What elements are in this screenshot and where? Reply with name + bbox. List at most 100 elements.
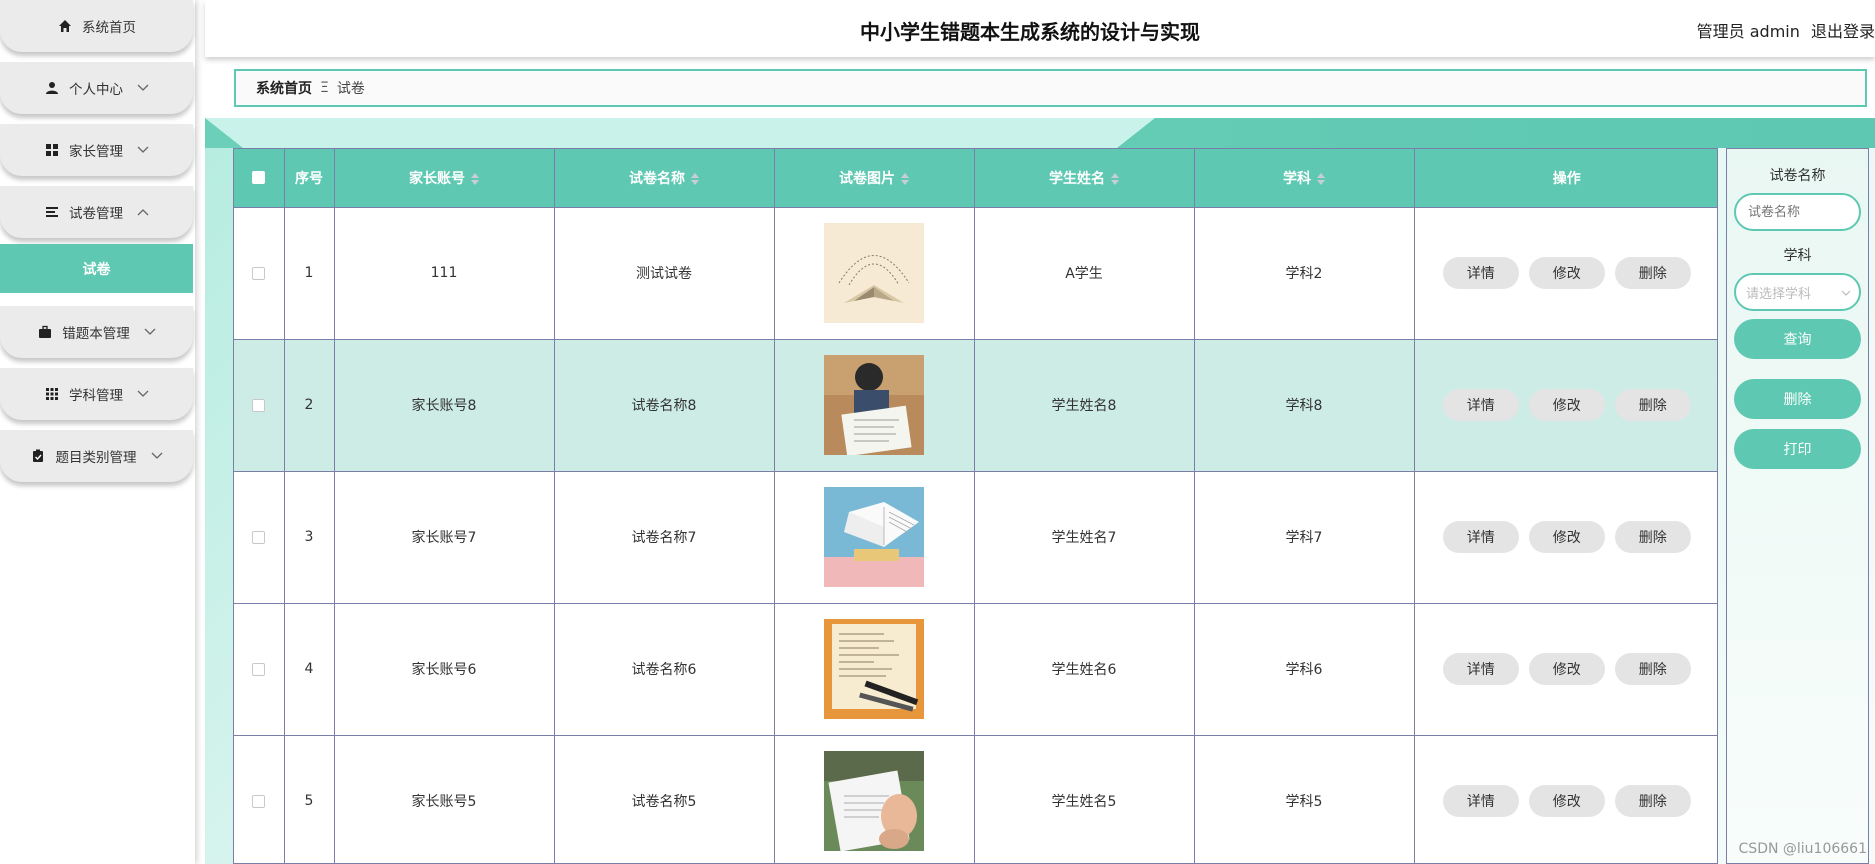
cell-index: 3 xyxy=(284,470,335,603)
header-subject[interactable]: 学科 xyxy=(1194,149,1415,207)
subject-select-placeholder: 请选择学科 xyxy=(1746,286,1812,302)
edit-button[interactable]: 修改 xyxy=(1528,257,1605,289)
chevron-down-icon xyxy=(144,326,156,338)
sidebar-item-label: 题目类别管理 xyxy=(55,450,137,466)
header-name[interactable]: 试卷名称 xyxy=(554,149,775,207)
subject-select[interactable]: 请选择学科 xyxy=(1734,273,1861,311)
sidebar-item-papers[interactable]: 试卷管理 xyxy=(0,186,193,238)
detail-button[interactable]: 详情 xyxy=(1442,521,1519,553)
cell-index: 2 xyxy=(284,338,335,471)
sidebar-item-label: 个人中心 xyxy=(69,82,123,98)
sidebar-item-personal[interactable]: 个人中心 xyxy=(0,62,193,114)
chevron-down-icon xyxy=(137,388,149,400)
cell-account: 家长账号8 xyxy=(334,338,555,471)
sidebar-subitem-papers[interactable]: 试卷 xyxy=(0,244,193,293)
sidebar-item-parents[interactable]: 家长管理 xyxy=(0,124,193,176)
table-row: 5 家长账号5 试卷名称5 学生姓名5 学科5 详情 修改 删除 xyxy=(234,734,1717,863)
paper-name-input[interactable] xyxy=(1734,193,1861,231)
header: 中小学生错题本生成系统的设计与实现 管理员 admin 退出登录 xyxy=(205,0,1875,57)
edit-button[interactable]: 修改 xyxy=(1528,653,1605,685)
row-checkbox[interactable] xyxy=(252,662,266,676)
delete-button[interactable]: 删除 xyxy=(1614,521,1691,553)
table-header-row: 序号 家长账号 试卷名称 试卷图片 学生姓名 学科 操作 xyxy=(234,149,1717,207)
app-title: 中小学生错题本生成系统的设计与实现 xyxy=(860,20,1200,44)
paper-image[interactable] xyxy=(824,619,924,719)
detail-button[interactable]: 详情 xyxy=(1442,785,1519,818)
delete-button[interactable]: 删除 xyxy=(1614,785,1691,818)
delete-button[interactable]: 删除 xyxy=(1614,257,1691,289)
chevron-down-icon xyxy=(1841,285,1851,300)
cell-index: 1 xyxy=(284,206,335,339)
paper-image[interactable] xyxy=(824,355,924,455)
paper-image[interactable] xyxy=(824,751,924,852)
grid-icon xyxy=(44,143,59,158)
select-all-checkbox[interactable] xyxy=(252,171,266,185)
row-checkbox[interactable] xyxy=(252,794,266,808)
edit-button[interactable]: 修改 xyxy=(1528,521,1605,553)
cell-student: 学生姓名8 xyxy=(974,338,1195,471)
edit-button[interactable]: 修改 xyxy=(1528,785,1605,818)
cell-account: 家长账号5 xyxy=(334,734,555,863)
logout-link[interactable]: 退出登录 xyxy=(1811,22,1875,41)
sidebar-item-wrongbook[interactable]: 错题本管理 xyxy=(0,306,193,358)
search-panel: 试卷名称 学科 请选择学科 查询 删除 打印 xyxy=(1726,148,1869,864)
delete-button[interactable]: 删除 xyxy=(1614,389,1691,421)
breadcrumb-home[interactable]: 系统首页 xyxy=(256,78,312,98)
header-student[interactable]: 学生姓名 xyxy=(974,149,1195,207)
query-button[interactable]: 查询 xyxy=(1734,319,1861,359)
decorative-band-light xyxy=(205,118,1155,148)
person-icon xyxy=(44,81,59,96)
row-checkbox[interactable] xyxy=(252,398,266,412)
detail-button[interactable]: 详情 xyxy=(1442,653,1519,685)
user-box: 管理员 admin 退出登录 xyxy=(1691,18,1875,42)
sidebar-subitem-label: 试卷 xyxy=(82,261,111,278)
briefcase-icon xyxy=(37,325,52,340)
detail-button[interactable]: 详情 xyxy=(1442,257,1519,289)
cell-account: 家长账号6 xyxy=(334,602,555,735)
sort-icon[interactable] xyxy=(1111,172,1119,185)
sidebar: 系统首页 个人中心 家长管理 试卷管理 试卷 错题本管理 学科管理 题目类别管理 xyxy=(0,0,195,864)
paper-image[interactable] xyxy=(824,223,924,323)
subject-label: 学科 xyxy=(1783,248,1812,264)
header-ops: 操作 xyxy=(1414,149,1717,207)
breadcrumb: 系统首页 Ξ 试卷 xyxy=(234,69,1867,107)
watermark: CSDN @liu106661 xyxy=(1738,841,1867,857)
sidebar-item-label: 试卷管理 xyxy=(69,206,123,222)
edit-button[interactable]: 修改 xyxy=(1528,389,1605,421)
sidebar-item-home[interactable]: 系统首页 xyxy=(0,0,193,52)
cell-name: 试卷名称5 xyxy=(554,734,775,863)
row-checkbox[interactable] xyxy=(252,530,266,544)
header-label: 试卷名称 xyxy=(629,170,685,187)
cell-subject: 学科7 xyxy=(1194,470,1415,603)
cell-student: 学生姓名7 xyxy=(974,470,1195,603)
sidebar-item-subjects[interactable]: 学科管理 xyxy=(0,368,193,420)
sort-icon[interactable] xyxy=(471,172,479,185)
row-checkbox[interactable] xyxy=(252,266,266,280)
sort-icon[interactable] xyxy=(901,172,909,185)
cell-account: 家长账号7 xyxy=(334,470,555,603)
cell-student: 学生姓名5 xyxy=(974,734,1195,863)
cell-student: 学生姓名6 xyxy=(974,602,1195,735)
table-row: 4 家长账号6 试卷名称6 学生姓名6 学科6 详情 修改 删除 xyxy=(234,602,1717,735)
sidebar-item-categories[interactable]: 题目类别管理 xyxy=(0,430,193,482)
detail-button[interactable]: 详情 xyxy=(1442,389,1519,421)
delete-button[interactable]: 删除 xyxy=(1614,653,1691,685)
paper-image[interactable] xyxy=(824,487,924,587)
clipboard-icon xyxy=(31,449,46,464)
cell-subject: 学科6 xyxy=(1194,602,1415,735)
chevron-down-icon xyxy=(151,450,163,462)
cell-name: 试卷名称6 xyxy=(554,602,775,735)
print-button[interactable]: 打印 xyxy=(1734,429,1861,469)
cell-name: 试卷名称8 xyxy=(554,338,775,471)
header-account[interactable]: 家长账号 xyxy=(334,149,555,207)
cell-subject: 学科8 xyxy=(1194,338,1415,471)
header-index: 序号 xyxy=(284,149,335,207)
chevron-down-icon xyxy=(137,82,149,94)
sort-icon[interactable] xyxy=(691,172,699,185)
cell-account: 111 xyxy=(334,206,555,339)
batch-delete-button[interactable]: 删除 xyxy=(1734,379,1861,419)
user-label: 管理员 admin xyxy=(1696,22,1800,41)
header-image[interactable]: 试卷图片 xyxy=(774,149,975,207)
sort-icon[interactable] xyxy=(1317,172,1325,185)
breadcrumb-separator: Ξ xyxy=(320,80,329,96)
